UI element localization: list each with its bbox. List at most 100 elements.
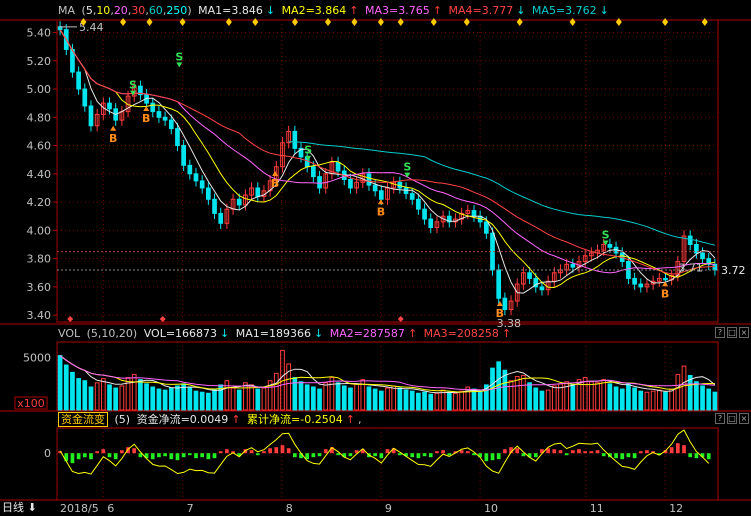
price-tick-label: 5.00 <box>27 83 52 96</box>
price-tick-label: 4.00 <box>27 224 52 237</box>
volume-bar <box>107 384 112 411</box>
volume-bar <box>570 384 576 411</box>
volume-unit-label: x100 <box>17 397 45 410</box>
volume-bar <box>663 391 668 411</box>
buy-signal: B <box>271 177 279 190</box>
volume-bar <box>249 384 254 411</box>
flow-bar <box>286 448 291 454</box>
volume-bar <box>391 385 397 411</box>
flow-bar <box>583 451 588 454</box>
sell-signal: S <box>602 229 610 242</box>
candle-body <box>76 71 81 90</box>
close-button-2[interactable]: × <box>739 413 749 424</box>
volume-bar <box>304 384 310 411</box>
flow-bar <box>422 453 427 457</box>
volume-bar <box>144 383 149 411</box>
time-tick-label: 8 <box>286 502 293 515</box>
current-price-label: 3.72 <box>721 264 746 277</box>
time-tick-label: 9 <box>385 502 392 515</box>
candle-body <box>292 130 298 149</box>
volume-bar <box>650 390 656 411</box>
maximize-button[interactable]: □ <box>727 327 737 338</box>
indicator-name[interactable]: MA <box>58 4 75 17</box>
candle-body <box>218 212 224 224</box>
event-marker <box>120 18 127 26</box>
flow-bar <box>515 448 520 454</box>
volume-bar <box>372 388 378 411</box>
main-indicator-header[interactable]: MA (5,10,20,30,60,250) MA1=3.846 ↓ MA2=3.… <box>58 3 612 19</box>
buy-arrow <box>377 199 384 205</box>
candle-body <box>687 235 693 245</box>
flow-bar <box>688 453 693 458</box>
candle-body <box>570 263 576 268</box>
volume-bar <box>669 388 675 411</box>
flow-bar <box>564 453 569 456</box>
buy-signal: B <box>661 287 669 300</box>
flow-bar <box>385 449 390 454</box>
period-selector[interactable]: 日线 ⬇ <box>2 500 37 516</box>
volume-bar <box>638 390 644 411</box>
volume-header[interactable]: VOL (5,10,20) VOL=166873 ↓ MA1=189366 ↓ MA… <box>58 326 514 342</box>
volume-bar <box>94 382 100 411</box>
indicator-params: (5,10,20,30,60,250) <box>81 4 192 17</box>
volume-bar <box>619 388 625 411</box>
volume-bar <box>378 390 384 411</box>
volume-bar <box>613 386 619 411</box>
close-button[interactable]: × <box>739 327 749 338</box>
buy-signal: B <box>142 112 150 125</box>
candle-body <box>403 187 409 195</box>
volume-bar <box>298 381 304 411</box>
flow-bar <box>95 451 100 454</box>
flow-bar <box>225 449 229 454</box>
flow-bar <box>181 453 186 458</box>
sell-arrow <box>176 62 183 68</box>
money-flow-header[interactable]: 资金流变 (5) 资金净流=0.0049 ↑ 累计净流=-0.2504 ↑, <box>58 412 361 428</box>
flow-bar <box>441 450 445 454</box>
volume-bar <box>311 386 316 411</box>
flow-bar <box>348 453 353 457</box>
candle-body <box>483 221 489 234</box>
volume-bar <box>348 387 353 411</box>
volume-bar <box>601 379 607 411</box>
event-marker <box>701 18 708 26</box>
volume-value: VOL=166873 <box>143 327 218 340</box>
volume-ma3: MA3=208258 <box>423 327 499 340</box>
flow-bar <box>694 453 699 459</box>
flow-bar <box>669 447 674 454</box>
candle-body <box>156 111 162 118</box>
help-button-2[interactable]: ? <box>715 413 725 424</box>
candle-body <box>88 105 94 127</box>
flow-bar <box>89 453 93 460</box>
volume-bar <box>595 382 600 411</box>
event-marker <box>225 18 232 26</box>
flow-bar <box>552 449 557 454</box>
volume-bar <box>162 389 168 411</box>
help-button[interactable]: ? <box>715 327 725 338</box>
candle-body <box>372 184 378 192</box>
volume-bar <box>329 377 335 411</box>
volume-bar <box>255 388 261 411</box>
panel-frame-0 <box>56 19 719 323</box>
flow-bar <box>416 453 421 459</box>
volume-bar <box>397 387 403 411</box>
flow-bar <box>632 453 637 459</box>
stock-chart[interactable]: 5.40 5.20 5.00 4.80 4.60 4.40 4.20 4.00 3.80 3.60… <box>0 0 751 516</box>
volume-bar <box>521 374 526 411</box>
flow-bar <box>255 453 260 456</box>
time-tick-label: 11 <box>590 502 604 515</box>
money-flow-name[interactable]: 资金流变 <box>58 412 108 427</box>
time-tick-label: 12 <box>669 502 683 515</box>
volume-bar <box>589 381 594 411</box>
maximize-button-2[interactable]: □ <box>727 413 737 424</box>
flow-bar <box>311 453 316 458</box>
candle-body <box>496 269 502 299</box>
volume-name[interactable]: VOL <box>58 327 80 340</box>
volume-bar <box>317 388 322 411</box>
period-label[interactable]: 日线 <box>2 501 24 514</box>
flow-bar <box>373 453 377 457</box>
candle-body <box>335 162 341 172</box>
volume-bar <box>694 381 699 411</box>
candle-body <box>632 277 637 285</box>
volume-tick-label: 5000 <box>23 352 51 365</box>
price-tick-label: 3.60 <box>27 281 52 294</box>
